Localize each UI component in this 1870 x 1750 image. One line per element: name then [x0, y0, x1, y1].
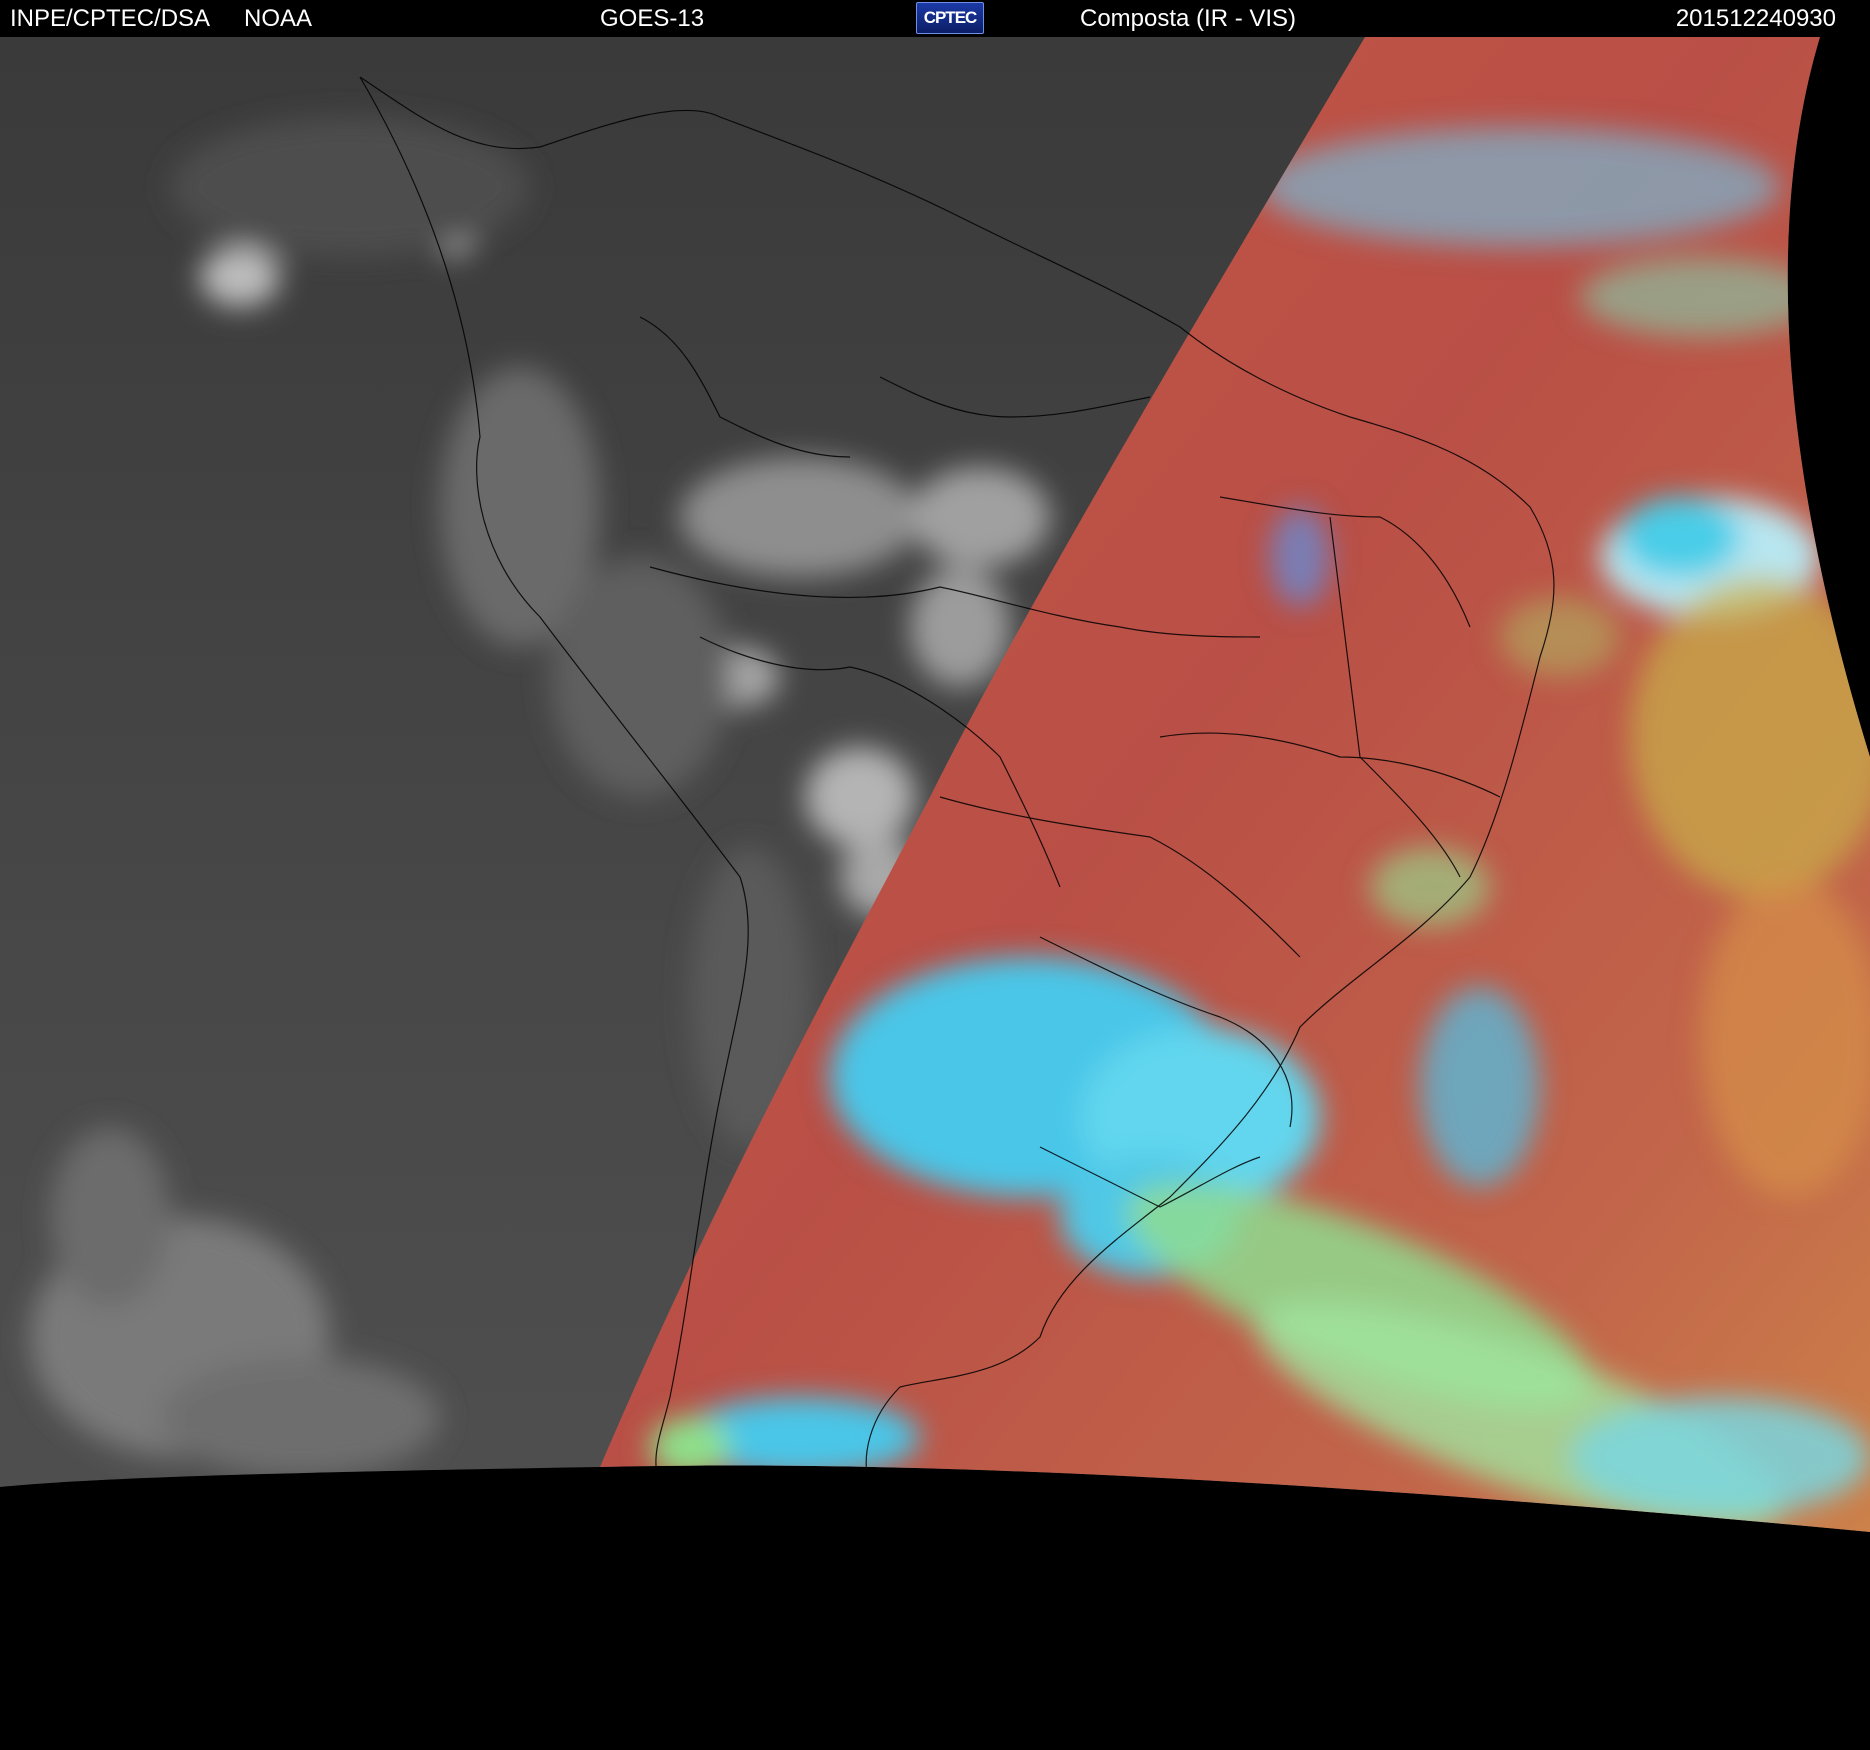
- product-label: Composta (IR - VIS): [1080, 5, 1297, 32]
- satellite-label: GOES-13: [600, 5, 705, 32]
- agency-label: NOAA: [244, 5, 313, 32]
- cptec-logo: CPTEC: [916, 2, 984, 34]
- image-header-bar: INPE/CPTEC/DSA NOAA GOES-13 CPTEC Compos…: [0, 0, 1870, 37]
- organization-label: INPE/CPTEC/DSA: [10, 5, 211, 32]
- earth-disk: [0, 37, 1870, 1532]
- satellite-imagery-svg: [0, 37, 1870, 1532]
- timestamp-label: 201512240930: [1675, 5, 1836, 32]
- satellite-image-viewer: INPE/CPTEC/DSA NOAA GOES-13 CPTEC Compos…: [0, 0, 1870, 1750]
- satellite-imagery: [0, 37, 1870, 1750]
